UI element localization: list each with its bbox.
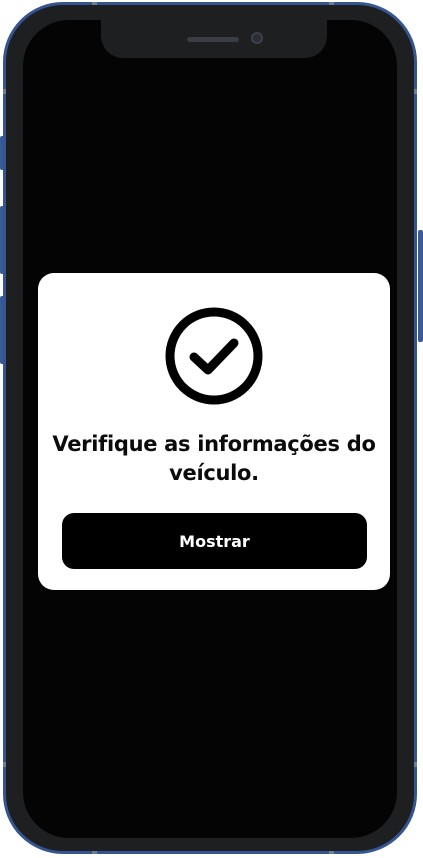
show-button[interactable]: Mostrar — [62, 513, 367, 569]
phone-screen: Verifique as informações do veículo. Mos… — [23, 20, 397, 838]
dialog-message: Verifique as informações do veículo. — [52, 432, 376, 485]
antenna-line — [329, 2, 334, 5]
check-circle-icon — [165, 307, 263, 405]
notch — [101, 20, 327, 58]
power-button — [418, 230, 423, 342]
phone-frame: Verifique as informações do veículo. Mos… — [3, 2, 417, 854]
speaker-grille — [187, 37, 239, 42]
front-camera — [251, 32, 263, 44]
antenna-line — [3, 89, 6, 94]
antenna-line — [92, 2, 97, 5]
device-mockup: Verifique as informações do veículo. Mos… — [0, 0, 423, 858]
antenna-line — [329, 851, 334, 854]
show-button-label: Mostrar — [179, 531, 250, 551]
antenna-line — [414, 89, 417, 94]
antenna-line — [3, 762, 6, 767]
antenna-line — [414, 762, 417, 767]
confirmation-dialog: Verifique as informações do veículo. Mos… — [38, 273, 390, 590]
antenna-line — [92, 851, 97, 854]
